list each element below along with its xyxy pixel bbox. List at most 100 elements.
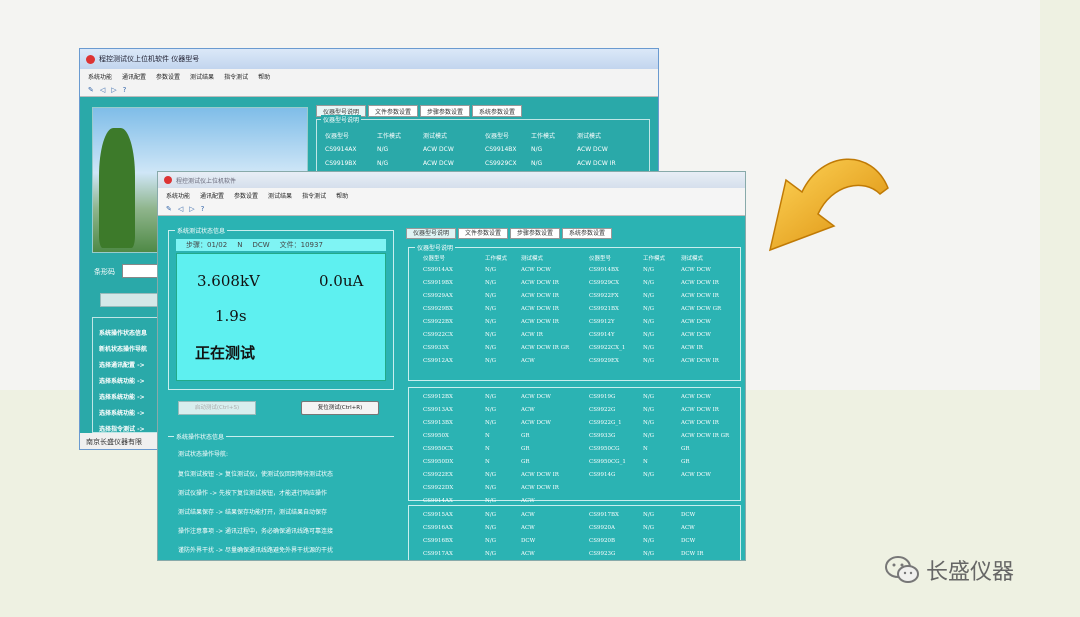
col-header: 工作模式 <box>643 256 666 262</box>
cell: CS9950CG_1 <box>589 459 626 465</box>
menu-params[interactable]: 参数设置 <box>156 72 180 81</box>
tool-icon[interactable]: ✎ <box>166 205 172 213</box>
menu-comm[interactable]: 通讯配置 <box>200 191 224 200</box>
table-row: CS9913BX N/G ACW DCW CS9922G_1 N/G ACW DCW IR <box>409 417 740 430</box>
table-row: CS9922DX N/G ACW DCW IR <box>409 482 740 495</box>
cell: ACW DCW IR <box>521 280 559 286</box>
forward-icon[interactable]: ▷ <box>111 86 116 94</box>
cell: N/G <box>485 538 497 544</box>
menu-comm[interactable]: 通讯配置 <box>122 72 146 81</box>
table-row: CS9950CX N GR CS9950CG N GR <box>409 443 740 456</box>
back-title-bar: 程控测试仪上位机软件 仪器型号 <box>80 49 658 69</box>
tab-step-params[interactable]: 步骤参数设置 <box>510 228 561 239</box>
cell: ACW <box>521 551 535 557</box>
table-row: CS9922BX N/G ACW DCW IR CS9912Y N/G ACW DCW <box>409 316 740 329</box>
reset-test-button[interactable]: 复位测试(Ctrl+R) <box>301 401 379 415</box>
menu-system[interactable]: 系统功能 <box>166 191 190 200</box>
cell: N/G <box>643 358 655 364</box>
back-icon[interactable]: ◁ <box>178 205 183 213</box>
col-header: 测试模式 <box>577 132 602 140</box>
cell: CS9914AX <box>423 267 453 273</box>
cell: ACW DCW <box>681 394 711 400</box>
table-row: CS9912AX N/G ACW CS9929EX N/G ACW DCW IR <box>409 355 740 368</box>
cell: ACW DCW IR <box>521 319 559 325</box>
operation-line: 测试仪操作 -> 先按下复位测试按钮，才能进行响应操作 <box>178 490 328 497</box>
help-icon[interactable]: ? <box>123 86 127 94</box>
back-icon[interactable]: ◁ <box>100 86 105 94</box>
col-header: 仪器型号 <box>485 132 510 140</box>
menu-results[interactable]: 测试结果 <box>190 72 214 81</box>
cell: ACW DCW IR <box>681 407 719 413</box>
cell: N/G <box>485 394 497 400</box>
cell: ACW DCW IR <box>521 472 559 478</box>
menu-system[interactable]: 系统功能 <box>88 72 112 81</box>
cell: N/G <box>485 358 497 364</box>
cell: GR <box>521 446 530 452</box>
col-header: 仪器型号 <box>423 256 446 262</box>
cell: N/G <box>531 145 543 153</box>
operation-line: 复位测试按钮 -> 复位测试仪，使测试仪回到等待测试状态 <box>178 471 334 478</box>
current-readout: 0.0uA <box>319 272 364 290</box>
cell: CS9933X <box>423 345 449 351</box>
cell: N <box>643 459 648 465</box>
cell: CS9929EX <box>589 358 619 364</box>
table-row: CS9929AX N/G ACW DCW IR CS9922FX N/G ACW DCW … <box>409 290 740 303</box>
cell: CS9914G <box>589 472 616 478</box>
cell: N/G <box>643 538 655 544</box>
back-start-button[interactable] <box>100 293 162 307</box>
tool-icon[interactable]: ✎ <box>88 86 94 94</box>
cell: GR <box>521 459 530 465</box>
menu-results[interactable]: 测试结果 <box>268 191 292 200</box>
cell: N/G <box>485 551 497 557</box>
table-row: CS9913AX N/G ACW CS9922G N/G ACW DCW IR <box>409 404 740 417</box>
menu-command[interactable]: 指令测试 <box>224 72 248 81</box>
back-model-group-title: 仪器型号说明 <box>321 115 362 124</box>
time-readout: 1.9s <box>215 307 247 325</box>
wechat-icon <box>885 556 919 583</box>
cell: N/G <box>531 159 543 167</box>
help-icon[interactable]: ? <box>201 205 205 213</box>
menu-params[interactable]: 参数设置 <box>234 191 258 200</box>
table-row: CS9929BX N/G ACW DCW IR CS9921BX N/G ACW DCW … <box>409 303 740 316</box>
cell: CS9922CX <box>423 332 454 338</box>
cell: N/G <box>643 394 655 400</box>
background-right-strip <box>1040 0 1080 617</box>
menu-help[interactable]: 帮助 <box>336 191 348 200</box>
operation-line: 谨防外界干扰 -> 尽量确保通讯线路避免外界干扰源的干扰 <box>178 547 334 554</box>
tab-file-params[interactable]: 文件参数设置 <box>368 105 419 117</box>
menu-help[interactable]: 帮助 <box>258 72 270 81</box>
cell: CS9919G <box>589 394 616 400</box>
tab-file-params[interactable]: 文件参数设置 <box>458 228 509 239</box>
cell: N/G <box>485 498 497 504</box>
cell: N/G <box>643 407 655 413</box>
photo-tree <box>99 128 135 248</box>
cell: DCW <box>521 538 536 544</box>
cell: ACW <box>521 358 535 364</box>
cell: N/G <box>643 433 655 439</box>
cell: CS9913AX <box>423 407 453 413</box>
col-header: 仪器型号 <box>589 256 612 262</box>
cell: ACW IR <box>521 332 543 338</box>
cell: GR <box>521 433 530 439</box>
cell: CS9912BX <box>423 394 453 400</box>
cell: CS9916BX <box>423 538 453 544</box>
cell: CS9914BX <box>485 145 517 153</box>
tab-model-info[interactable]: 仪器型号说明 <box>406 228 457 239</box>
cell: CS9920B <box>589 538 616 544</box>
app-logo-icon <box>164 176 172 184</box>
cell: ACW DCW IR <box>681 420 719 426</box>
operation-nav-subtitle: 测试状态操作导航: <box>178 451 229 458</box>
cell: DCW IR <box>681 551 704 557</box>
cell: N/G <box>485 512 497 518</box>
forward-icon[interactable]: ▷ <box>189 205 194 213</box>
start-test-button[interactable]: 启动测试(Ctrl+S) <box>178 401 256 415</box>
cell: CS9920A <box>589 525 615 531</box>
tab-system-params[interactable]: 系统参数设置 <box>562 228 613 239</box>
col-header: 工作模式 <box>377 132 402 140</box>
cell: CS9917AX <box>423 551 453 557</box>
tab-system-params[interactable]: 系统参数设置 <box>472 105 523 117</box>
cell: CS9922DX <box>423 485 454 491</box>
col-header: 工作模式 <box>531 132 556 140</box>
tab-step-params[interactable]: 步骤参数设置 <box>420 105 471 117</box>
menu-command[interactable]: 指令测试 <box>302 191 326 200</box>
